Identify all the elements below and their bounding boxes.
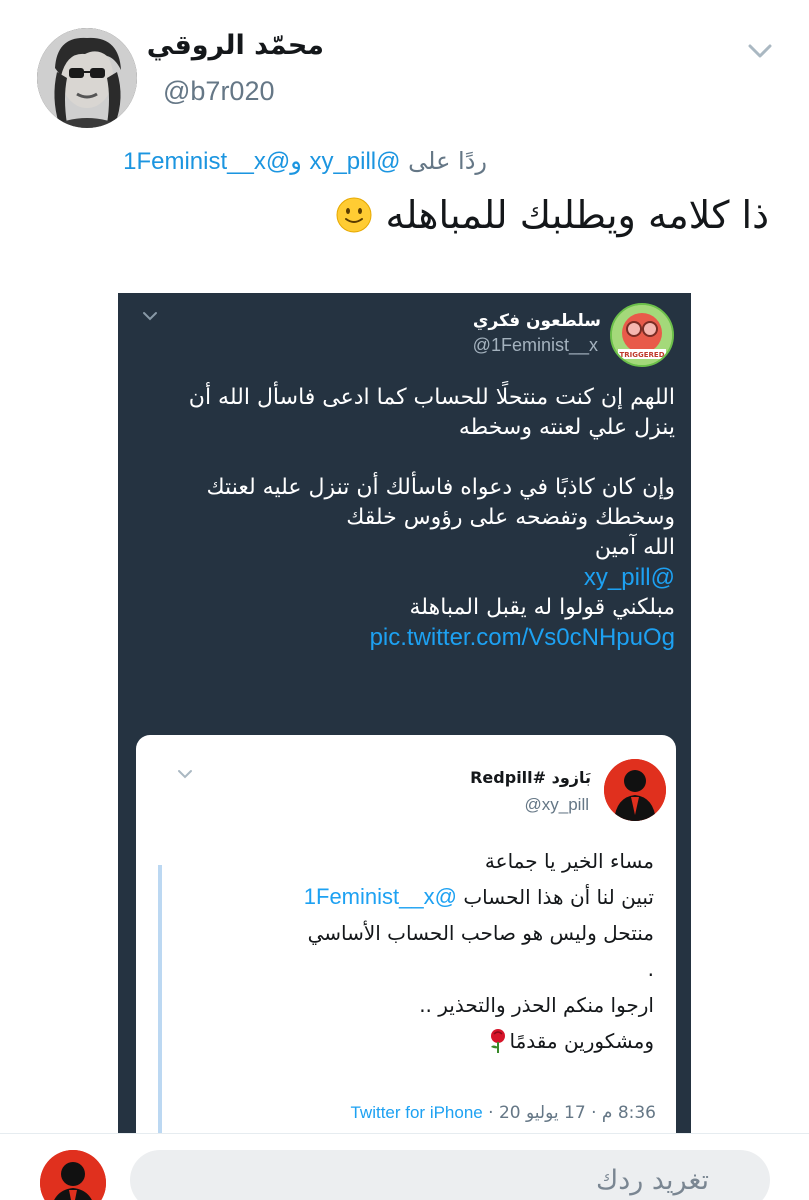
quoted-line: . — [647, 957, 654, 981]
tweet-text-body: ذا كلامه ويطلبك للمباهله — [385, 193, 769, 237]
user-avatar[interactable] — [40, 1150, 106, 1200]
embedded-mention: @xy_pill — [583, 564, 675, 591]
author-name[interactable]: محمّد الروقي — [147, 30, 324, 61]
embedded-author-name: سلطعون فكري — [472, 311, 601, 331]
quoted-author-handle: @xy_pill — [524, 795, 590, 814]
reply-placeholder: تغريد ردك — [595, 1165, 709, 1196]
rose-icon — [491, 1029, 506, 1053]
thread-line — [158, 865, 162, 1133]
tweet-text: ذا كلامه ويطلبك للمباهله — [327, 193, 769, 237]
embedded-line: وسخطك وتفضحه على رؤوس خلقك — [346, 505, 675, 530]
embedded-line: مبلكني قولوا له يقبل المباهلة — [409, 595, 675, 620]
slightly-smiling-face-icon — [336, 197, 372, 233]
embedded-avatar: TRIGGERED — [610, 303, 674, 367]
quoted-tweet-body: مساء الخير يا جماعة تبين لنا أن هذا الحس… — [164, 843, 654, 1059]
quoted-line: ارجوا منكم الحذر والتحذير .. — [419, 993, 654, 1017]
avatar-label: TRIGGERED — [619, 351, 664, 359]
author-handle[interactable]: @b7r020 — [163, 76, 274, 107]
quoted-tweet: بَازود #Redpill @xy_pill مساء الخير يا ج… — [136, 735, 676, 1133]
quoted-line-prefix: تبين لنا أن هذا الحساب — [463, 885, 654, 909]
quoted-mention: @1Feminist__x — [303, 884, 457, 909]
quoted-avatar — [604, 759, 666, 821]
embedded-line: وإن كان كاذبًا في دعواه فاسألك أن تنزل ع… — [206, 475, 675, 500]
reply-prefix: ردًا على — [408, 147, 487, 175]
embedded-pic-link: pic.twitter.com/Vs0cNHpuOg — [369, 624, 675, 651]
chevron-down-icon[interactable] — [740, 40, 780, 64]
quoted-meta: 8:36 م · 17 يوليو 20 · Twitter for iPhon… — [350, 1103, 656, 1123]
quoted-line-text: ومشكورين مقدمًا — [509, 1029, 654, 1053]
quoted-time: 8:36 م · 17 يوليو 20 · — [488, 1103, 656, 1123]
embedded-line: اللهم إن كنت منتحلًا للحساب كما ادعى فاس… — [188, 385, 675, 410]
reply-mention-1[interactable]: @xy_pill — [309, 148, 400, 175]
reply-context: ردًا على @xy_pill و@1Feminist__x — [123, 147, 487, 176]
embedded-author-handle: @1Feminist__x — [472, 335, 598, 355]
embedded-line: ينزل علي لعنته وسخطه — [458, 415, 675, 440]
chevron-down-icon — [178, 770, 192, 779]
embedded-tweet-body: اللهم إن كنت منتحلًا للحساب كما ادعى فاس… — [130, 383, 675, 653]
reply-mention-2[interactable]: @1Feminist__x — [123, 148, 290, 175]
quoted-author-name: بَازود #Redpill — [470, 768, 591, 787]
embedded-line: الله آمين — [594, 535, 675, 560]
attached-image[interactable]: سلطعون فكري @1Feminist__x TRIGGERED الله… — [118, 293, 691, 1133]
quoted-line: تبين لنا أن هذا الحساب @1Feminist__x — [164, 879, 654, 915]
chevron-down-icon — [143, 312, 157, 321]
quoted-line: ومشكورين مقدمًا — [164, 1023, 654, 1059]
quoted-line: منتحل وليس هو صاحب الحساب الأساسي — [307, 921, 654, 945]
avatar[interactable] — [37, 28, 137, 128]
quoted-source: Twitter for iPhone — [350, 1103, 483, 1122]
divider — [0, 1133, 809, 1134]
quoted-line: مساء الخير يا جماعة — [484, 849, 654, 873]
reply-and: و — [290, 148, 302, 175]
